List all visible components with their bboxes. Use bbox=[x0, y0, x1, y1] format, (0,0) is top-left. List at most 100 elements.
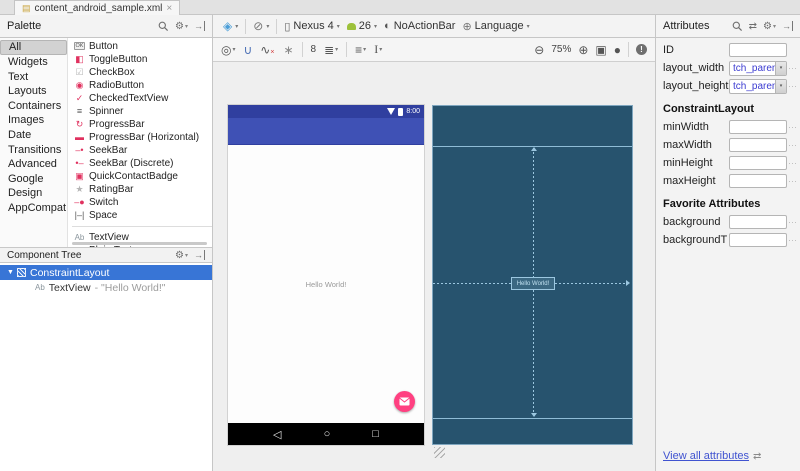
palette-item-togglebutton[interactable]: ◧ToggleButton bbox=[68, 53, 212, 66]
guidelines-button[interactable]: ≣▾ bbox=[324, 43, 338, 57]
attribute-row-minwidth: minWidth ⋯ bbox=[656, 118, 800, 136]
default-margin-button[interactable]: 8 bbox=[311, 44, 317, 55]
device-label: Nexus 4 bbox=[293, 20, 333, 32]
clear-constraints-button[interactable]: ∿× bbox=[260, 43, 275, 57]
pack-button[interactable]: I▾ bbox=[374, 42, 382, 57]
backgroundtint-field[interactable] bbox=[729, 233, 787, 247]
background-field[interactable] bbox=[729, 215, 787, 229]
theme-selector[interactable]: ◐ NoActionBar bbox=[384, 20, 455, 32]
gear-icon[interactable]: ⚙▾ bbox=[175, 250, 188, 261]
guidelines-icon: ≣ bbox=[324, 43, 334, 57]
search-icon[interactable] bbox=[732, 21, 743, 32]
view-all-attributes-link[interactable]: View all attributes bbox=[663, 450, 749, 462]
palette-item-seekbar-discrete[interactable]: •–SeekBar (Discrete) bbox=[68, 157, 212, 170]
more-button[interactable]: ⋯ bbox=[787, 81, 797, 92]
device-selector[interactable]: ▯ Nexus 4 ▾ bbox=[284, 20, 339, 33]
palette-title: Palette bbox=[7, 20, 41, 32]
palette-item-space[interactable]: |–|Space bbox=[68, 209, 212, 222]
palette-category-advanced[interactable]: Advanced bbox=[0, 157, 67, 172]
locale-selector[interactable]: ⊕ Language ▾ bbox=[462, 20, 529, 33]
close-icon[interactable]: × bbox=[166, 3, 172, 14]
palette-category-containers[interactable]: Containers bbox=[0, 99, 67, 114]
palette-item-checkbox[interactable]: ☑CheckBox bbox=[68, 66, 212, 79]
errors-button[interactable]: ! bbox=[636, 44, 647, 55]
palette-item-quickcontactbadge[interactable]: ▣QuickContactBadge bbox=[68, 170, 212, 183]
editor-tab[interactable]: ▤ content_android_sample.xml × bbox=[14, 0, 180, 15]
gear-icon[interactable]: ⚙▾ bbox=[763, 21, 776, 32]
more-button[interactable]: ⋯ bbox=[787, 235, 797, 246]
component-tree: ▼ ConstraintLayout Ab TextView - "Hello … bbox=[0, 263, 212, 471]
more-button[interactable]: ⋯ bbox=[787, 63, 797, 74]
ratingbar-icon: ★ bbox=[73, 183, 86, 196]
constraint-spring-top bbox=[533, 148, 534, 277]
infer-constraints-button[interactable]: ∗ bbox=[283, 43, 293, 57]
android-icon bbox=[347, 23, 356, 30]
preview-textview[interactable]: Hello World! bbox=[306, 280, 347, 289]
palette-category-google[interactable]: Google bbox=[0, 172, 67, 187]
constraint-arrow-bottom bbox=[531, 413, 537, 417]
minheight-field[interactable] bbox=[729, 156, 787, 170]
expander-icon[interactable]: ▼ bbox=[7, 269, 17, 276]
design-mode-selector[interactable]: ◈ ▾ bbox=[223, 19, 238, 33]
more-button[interactable]: ⋯ bbox=[787, 122, 797, 133]
palette-category-appcompat[interactable]: AppCompat bbox=[0, 201, 67, 216]
hide-panel-icon[interactable]: → bbox=[782, 21, 793, 31]
zoom-in-button[interactable]: ⊕ bbox=[578, 43, 588, 57]
palette-panel: All Widgets Text Layouts Containers Imag… bbox=[0, 38, 213, 471]
palette-category-images[interactable]: Images bbox=[0, 113, 67, 128]
tree-row-textview[interactable]: Ab TextView - "Hello World!" bbox=[0, 280, 212, 295]
zoom-out-button[interactable]: ⊖ bbox=[534, 43, 544, 57]
palette-category-all[interactable]: All bbox=[0, 40, 67, 55]
design-surface: 8:00 Hello World! ◁ ○ □ bbox=[213, 62, 655, 471]
device-resize-handle[interactable] bbox=[434, 447, 445, 458]
hide-panel-icon[interactable]: → bbox=[194, 21, 205, 31]
more-button[interactable]: ⋯ bbox=[787, 217, 797, 228]
palette-horizontal-scrollbar[interactable] bbox=[72, 242, 207, 245]
palette-category-text[interactable]: Text bbox=[0, 70, 67, 85]
align-button[interactable]: ≡▾ bbox=[355, 43, 366, 57]
hide-panel-icon[interactable]: → bbox=[194, 250, 205, 260]
zoom-to-fit-button[interactable]: ▣ bbox=[595, 43, 606, 57]
preview-fab[interactable] bbox=[394, 391, 415, 412]
more-button[interactable]: ⋯ bbox=[787, 176, 797, 187]
palette-item-seekbar[interactable]: –•SeekBar bbox=[68, 144, 212, 157]
search-icon[interactable] bbox=[158, 21, 169, 32]
palette-item-radiobutton[interactable]: ◉RadioButton bbox=[68, 79, 212, 92]
minwidth-field[interactable] bbox=[729, 120, 787, 134]
palette-item-progressbar[interactable]: ↻ProgressBar bbox=[68, 118, 212, 131]
gear-icon[interactable]: ⚙▾ bbox=[175, 21, 188, 32]
maxheight-field[interactable] bbox=[729, 174, 787, 188]
palette-item-switch[interactable]: –●Switch bbox=[68, 196, 212, 209]
orientation-selector[interactable]: ⊘ ▾ bbox=[253, 19, 269, 33]
id-field[interactable] bbox=[729, 43, 787, 57]
blueprint-textview[interactable]: Hello World! bbox=[511, 277, 555, 290]
palette-item-button[interactable]: OKButton bbox=[68, 40, 212, 53]
maxwidth-field[interactable] bbox=[729, 138, 787, 152]
tree-row-constraintlayout[interactable]: ▼ ConstraintLayout bbox=[0, 265, 212, 280]
palette-category-transitions[interactable]: Transitions bbox=[0, 143, 67, 158]
autoconnect-button[interactable]: ∪ bbox=[244, 43, 253, 57]
palette-category-widgets[interactable]: Widgets bbox=[0, 55, 67, 70]
palette-item-progressbar-horizontal[interactable]: ▬ProgressBar (Horizontal) bbox=[68, 131, 212, 144]
swap-panel-icon[interactable]: ⇄ bbox=[749, 21, 757, 32]
palette-category-layouts[interactable]: Layouts bbox=[0, 84, 67, 99]
palette-item-checkedtextview[interactable]: ✓CheckedTextView bbox=[68, 92, 212, 105]
layout-height-select[interactable]: tch_parent ▾ bbox=[729, 79, 787, 94]
constraintlayout-icon bbox=[17, 268, 26, 277]
palette-category-design[interactable]: Design bbox=[0, 186, 67, 201]
constraint-arrow-top bbox=[531, 147, 537, 151]
more-button[interactable]: ⋯ bbox=[787, 158, 797, 169]
palette-item-spinner[interactable]: ≡Spinner bbox=[68, 105, 212, 118]
layout-editor-toolbar: ◈ ▾ ⊘ ▾ ▯ Nexus 4 ▾ 26 ▾ ◐ NoActionBar ⊕… bbox=[213, 15, 655, 37]
preview-content: Hello World! bbox=[228, 145, 424, 423]
chevron-down-icon: ▾ bbox=[775, 80, 786, 93]
more-button[interactable]: ⋯ bbox=[787, 140, 797, 151]
attribute-row-layout-height: layout_height tch_parent ▾ ⋯ bbox=[656, 77, 800, 95]
view-options-button[interactable]: ◎▾ bbox=[221, 43, 236, 57]
palette-category-date[interactable]: Date bbox=[0, 128, 67, 143]
layout-width-select[interactable]: tch_parent ▾ bbox=[729, 61, 787, 76]
pan-button[interactable]: ● bbox=[614, 43, 621, 57]
palette-item-ratingbar[interactable]: ★RatingBar bbox=[68, 183, 212, 196]
api-level-selector[interactable]: 26 ▾ bbox=[347, 20, 377, 32]
section-constraintlayout: ConstraintLayout bbox=[656, 95, 800, 118]
